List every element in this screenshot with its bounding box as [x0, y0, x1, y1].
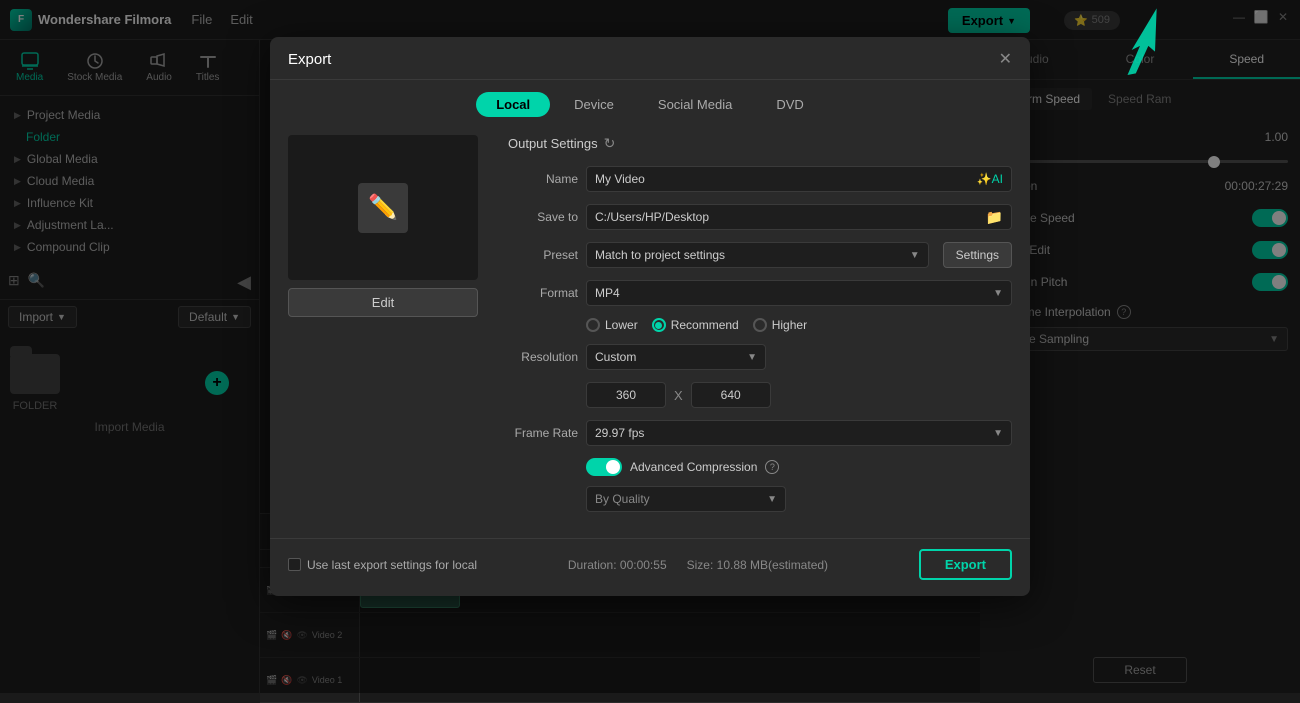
resolution-width-input[interactable]: [586, 382, 666, 408]
advanced-compression-toggle[interactable]: [586, 458, 622, 476]
format-dropdown-arrow: ▼: [993, 288, 1003, 299]
modal-form: Output Settings ↻ Name ✨AI Save to C:/Us…: [488, 135, 1012, 522]
preview-pencil-icon: ✏️: [358, 183, 408, 233]
resolution-label: Resolution: [508, 350, 578, 364]
quality-higher-option[interactable]: Higher: [753, 318, 807, 332]
quality-recommend-radio[interactable]: [652, 318, 666, 332]
quality-select-row: By Quality ▼: [508, 486, 1012, 512]
refresh-icon[interactable]: ↻: [604, 135, 616, 152]
format-row: Format MP4 ▼: [508, 280, 1012, 306]
by-quality-select[interactable]: By Quality ▼: [586, 486, 786, 512]
compression-row: Advanced Compression ?: [508, 458, 1012, 476]
modal-header: Export ✕: [270, 37, 1030, 80]
modal-body: ✏️ Edit Output Settings ↻ Name ✨AI: [270, 125, 1030, 532]
modal-overlay: Export ✕ Local Device Social Media DVD ✏…: [0, 0, 1300, 693]
output-settings-header: Output Settings ↻: [508, 135, 1012, 152]
name-text-input[interactable]: [587, 167, 969, 191]
frame-rate-select[interactable]: 29.97 fps ▼: [586, 420, 1012, 446]
save-to-label: Save to: [508, 210, 578, 224]
preset-label: Preset: [508, 248, 578, 262]
frame-rate-row: Frame Rate 29.97 fps ▼: [508, 420, 1012, 446]
name-input[interactable]: ✨AI: [586, 166, 1012, 192]
quality-recommend-option[interactable]: Recommend: [652, 318, 739, 332]
modal-title: Export: [288, 51, 331, 68]
compression-label: Advanced Compression: [630, 460, 757, 474]
save-to-input[interactable]: C:/Users/HP/Desktop 📁: [586, 204, 1012, 230]
format-select[interactable]: MP4 ▼: [586, 280, 1012, 306]
preset-row: Preset Match to project settings ▼ Setti…: [508, 242, 1012, 268]
quality-lower-option[interactable]: Lower: [586, 318, 638, 332]
use-last-settings[interactable]: Use last export settings for local: [288, 558, 477, 572]
compression-toggle-thumb: [606, 460, 620, 474]
name-label: Name: [508, 172, 578, 186]
settings-button[interactable]: Settings: [943, 242, 1012, 268]
quality-row: Lower Recommend Higher: [508, 318, 1012, 332]
modal-export-button[interactable]: Export: [919, 549, 1012, 580]
name-row: Name ✨AI: [508, 166, 1012, 192]
frame-rate-dropdown-arrow: ▼: [993, 428, 1003, 439]
modal-tab-social-media[interactable]: Social Media: [638, 92, 752, 117]
size-info: Size: 10.88 MB(estimated): [687, 558, 828, 572]
modal-preview: ✏️ Edit: [288, 135, 488, 522]
save-to-path: C:/Users/HP/Desktop: [587, 205, 978, 229]
frame-rate-label: Frame Rate: [508, 426, 578, 440]
compression-info-icon[interactable]: ?: [765, 460, 779, 474]
resolution-dropdown-arrow: ▼: [747, 352, 757, 363]
resolution-inputs-row: X: [508, 382, 1012, 408]
duration-info: Duration: 00:00:55: [568, 558, 667, 572]
quality-higher-radio[interactable]: [753, 318, 767, 332]
preview-box: ✏️: [288, 135, 478, 280]
export-modal: Export ✕ Local Device Social Media DVD ✏…: [270, 37, 1030, 596]
resolution-select[interactable]: Custom ▼: [586, 344, 766, 370]
modal-tab-dvd[interactable]: DVD: [756, 92, 823, 117]
edit-button[interactable]: Edit: [288, 288, 478, 317]
modal-tab-local[interactable]: Local: [476, 92, 550, 117]
quality-lower-radio[interactable]: [586, 318, 600, 332]
save-to-row: Save to C:/Users/HP/Desktop 📁: [508, 204, 1012, 230]
modal-tabs: Local Device Social Media DVD: [270, 80, 1030, 125]
by-quality-dropdown-arrow: ▼: [767, 494, 777, 505]
footer-info: Duration: 00:00:55 Size: 10.88 MB(estima…: [568, 558, 828, 572]
resolution-row: Resolution Custom ▼: [508, 344, 1012, 370]
use-last-settings-checkbox[interactable]: [288, 558, 301, 571]
modal-footer: Use last export settings for local Durat…: [270, 538, 1030, 586]
ai-icon: ✨AI: [969, 172, 1011, 186]
preset-select[interactable]: Match to project settings ▼: [586, 242, 929, 268]
format-label: Format: [508, 286, 578, 300]
folder-browse-icon[interactable]: 📁: [978, 209, 1011, 226]
modal-close-button[interactable]: ✕: [999, 49, 1012, 69]
preset-dropdown-arrow: ▼: [910, 250, 920, 261]
resolution-x-separator: X: [674, 388, 683, 403]
resolution-height-input[interactable]: [691, 382, 771, 408]
radio-dot: [655, 322, 662, 329]
modal-tab-device[interactable]: Device: [554, 92, 634, 117]
